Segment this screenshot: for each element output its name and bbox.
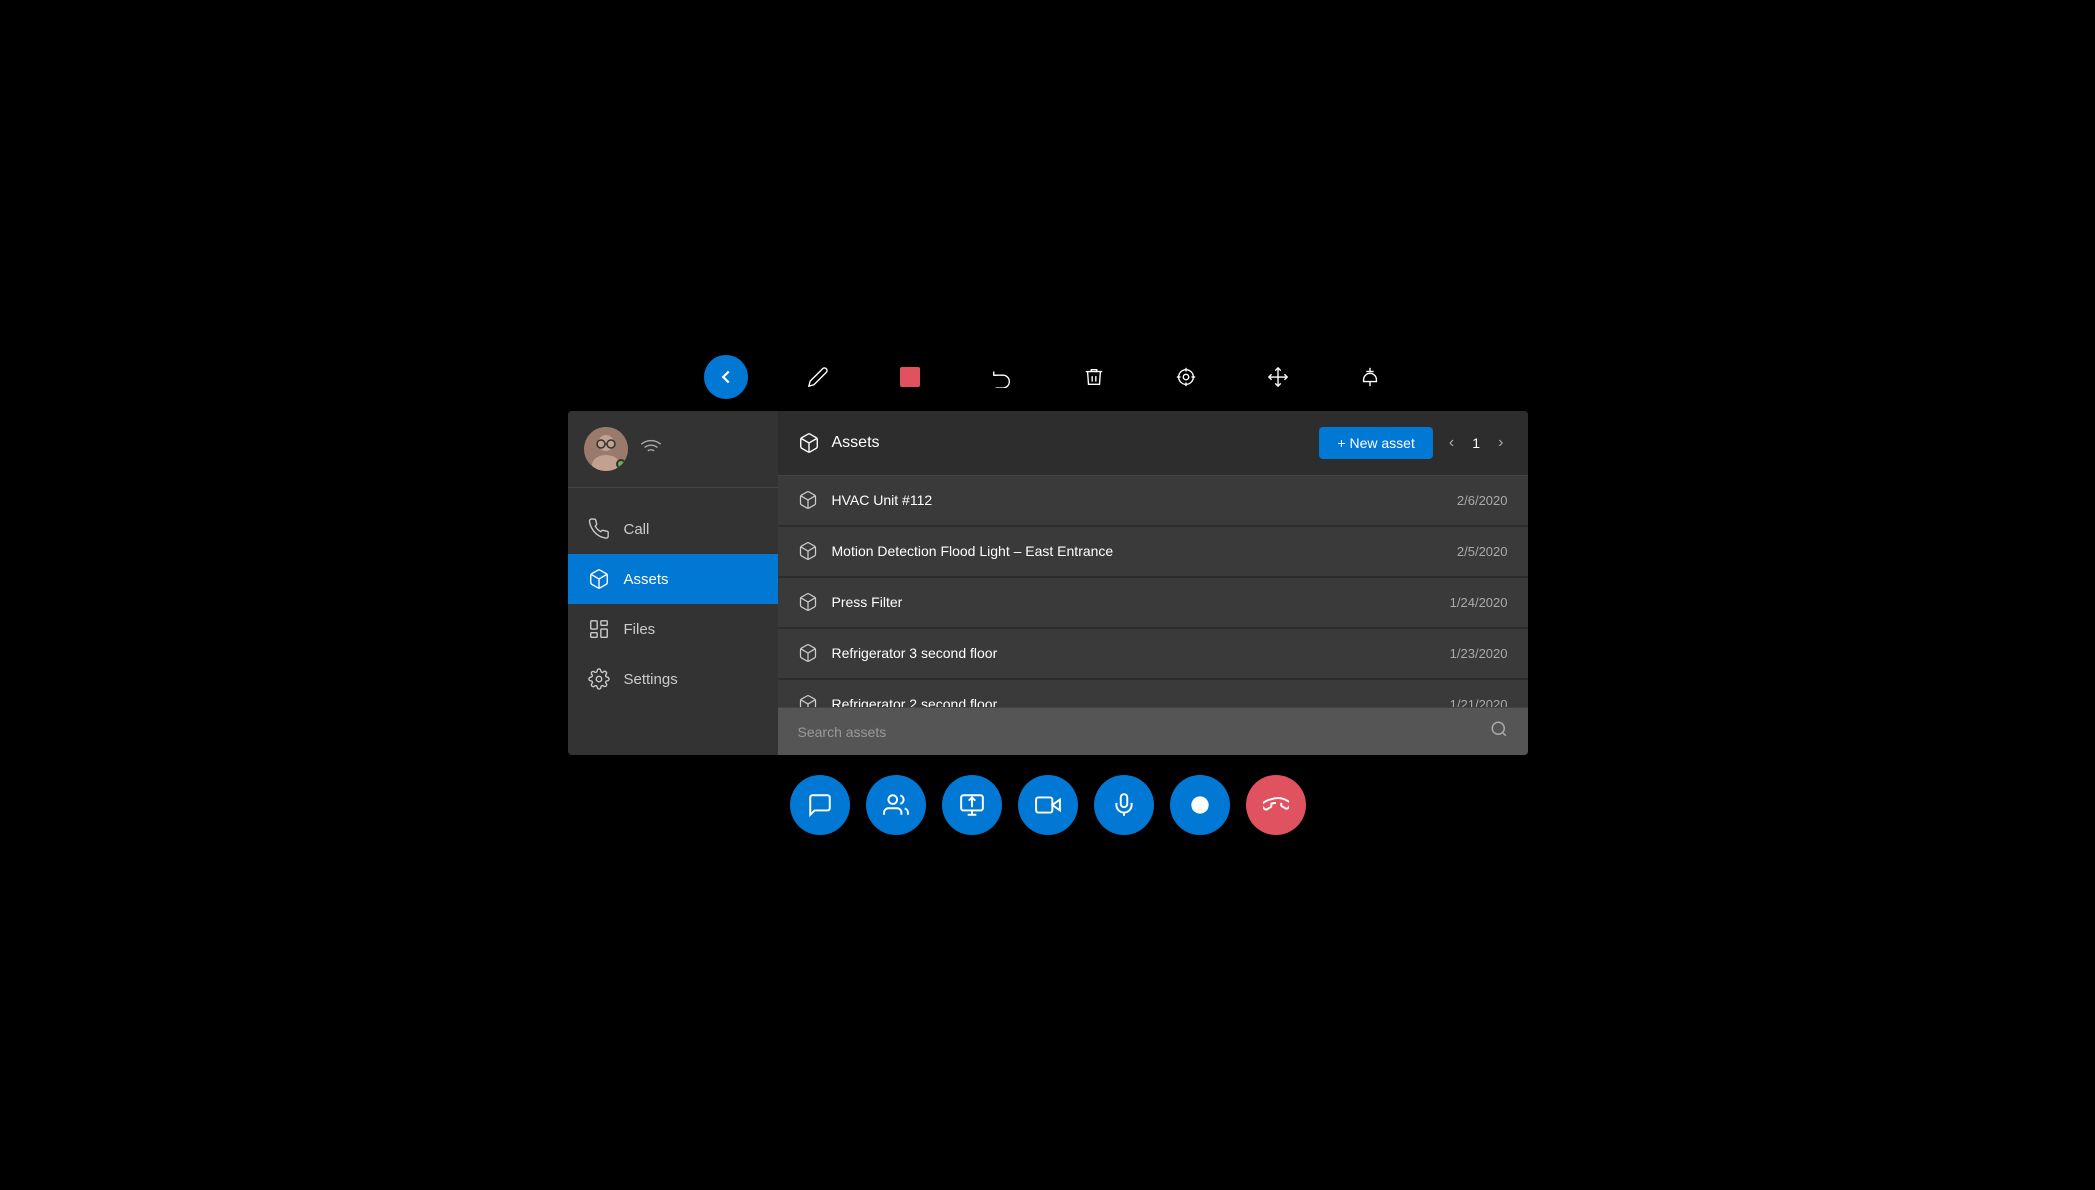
header-right: + New asset ‹ 1 › [1319,427,1507,459]
content-header: Assets + New asset ‹ 1 › [778,411,1528,476]
asset-name-2: Press Filter [832,594,903,610]
main-window: Call Assets [568,411,1528,755]
asset-icon-2 [798,592,818,612]
next-page-button[interactable]: › [1494,430,1507,456]
stop-button[interactable] [888,355,932,399]
action-bar [790,775,1306,835]
settings-icon [588,668,610,690]
asset-icon-0 [798,490,818,510]
asset-item-3[interactable]: Refrigerator 3 second floor 1/23/2020 [778,629,1528,678]
delete-button[interactable] [1072,355,1116,399]
asset-name-3: Refrigerator 3 second floor [832,645,998,661]
asset-item-4[interactable]: Refrigerator 2 second floor 1/21/2020 [778,680,1528,707]
online-badge [616,459,626,469]
toolbar [704,355,1392,399]
target-button[interactable] [1164,355,1208,399]
pin-button[interactable] [1348,355,1392,399]
content-title: Assets [798,432,880,454]
prev-page-button[interactable]: ‹ [1445,430,1458,456]
avatar [584,427,628,471]
sidebar-item-call[interactable]: Call [568,504,778,554]
asset-date-0: 2/6/2020 [1457,493,1508,508]
phone-icon [588,518,610,540]
asset-name-4: Refrigerator 2 second floor [832,696,998,707]
assets-label: Assets [624,571,669,588]
pen-button[interactable] [796,355,840,399]
sidebar-item-settings[interactable]: Settings [568,654,778,704]
call-label: Call [624,521,650,538]
asset-item-1[interactable]: Motion Detection Flood Light – East Entr… [778,527,1528,576]
search-input[interactable] [798,724,1480,740]
assets-icon [588,568,610,590]
asset-name-0: HVAC Unit #112 [832,492,933,508]
assets-header-icon [798,432,820,454]
mic-button[interactable] [1094,775,1154,835]
move-button[interactable] [1256,355,1300,399]
asset-date-4: 1/21/2020 [1450,697,1508,708]
video-button[interactable] [1018,775,1078,835]
asset-name-1: Motion Detection Flood Light – East Entr… [832,543,1114,559]
page-number: 1 [1466,435,1486,451]
back-button[interactable] [704,355,748,399]
sidebar-nav: Call Assets [568,488,778,755]
asset-date-1: 2/5/2020 [1457,544,1508,559]
asset-item-2[interactable]: Press Filter 1/24/2020 [778,578,1528,627]
asset-item-0[interactable]: HVAC Unit #112 2/6/2020 [778,476,1528,525]
end-call-button[interactable] [1246,775,1306,835]
new-asset-button[interactable]: + New asset [1319,427,1432,459]
asset-icon-4 [798,694,818,707]
undo-button[interactable] [980,355,1024,399]
participants-button[interactable] [866,775,926,835]
content-area: Assets + New asset ‹ 1 › [778,411,1528,755]
sidebar-header [568,411,778,488]
asset-date-3: 1/23/2020 [1450,646,1508,661]
page-title: Assets [832,434,880,452]
chat-button[interactable] [790,775,850,835]
files-label: Files [624,621,656,638]
search-bar [778,707,1528,755]
share-screen-button[interactable] [942,775,1002,835]
new-asset-label: + New asset [1337,435,1414,451]
asset-date-2: 1/24/2020 [1450,595,1508,610]
wifi-icon [640,436,662,463]
files-icon [588,618,610,640]
app-container: Call Assets [548,355,1548,835]
pagination: ‹ 1 › [1445,430,1508,456]
record-button[interactable] [1170,775,1230,835]
sidebar: Call Assets [568,411,778,755]
asset-icon-1 [798,541,818,561]
sidebar-item-assets[interactable]: Assets [568,554,778,604]
asset-list: HVAC Unit #112 2/6/2020 Motion Detection… [778,476,1528,707]
sidebar-item-files[interactable]: Files [568,604,778,654]
settings-label: Settings [624,671,678,688]
search-icon [1490,720,1508,743]
asset-icon-3 [798,643,818,663]
